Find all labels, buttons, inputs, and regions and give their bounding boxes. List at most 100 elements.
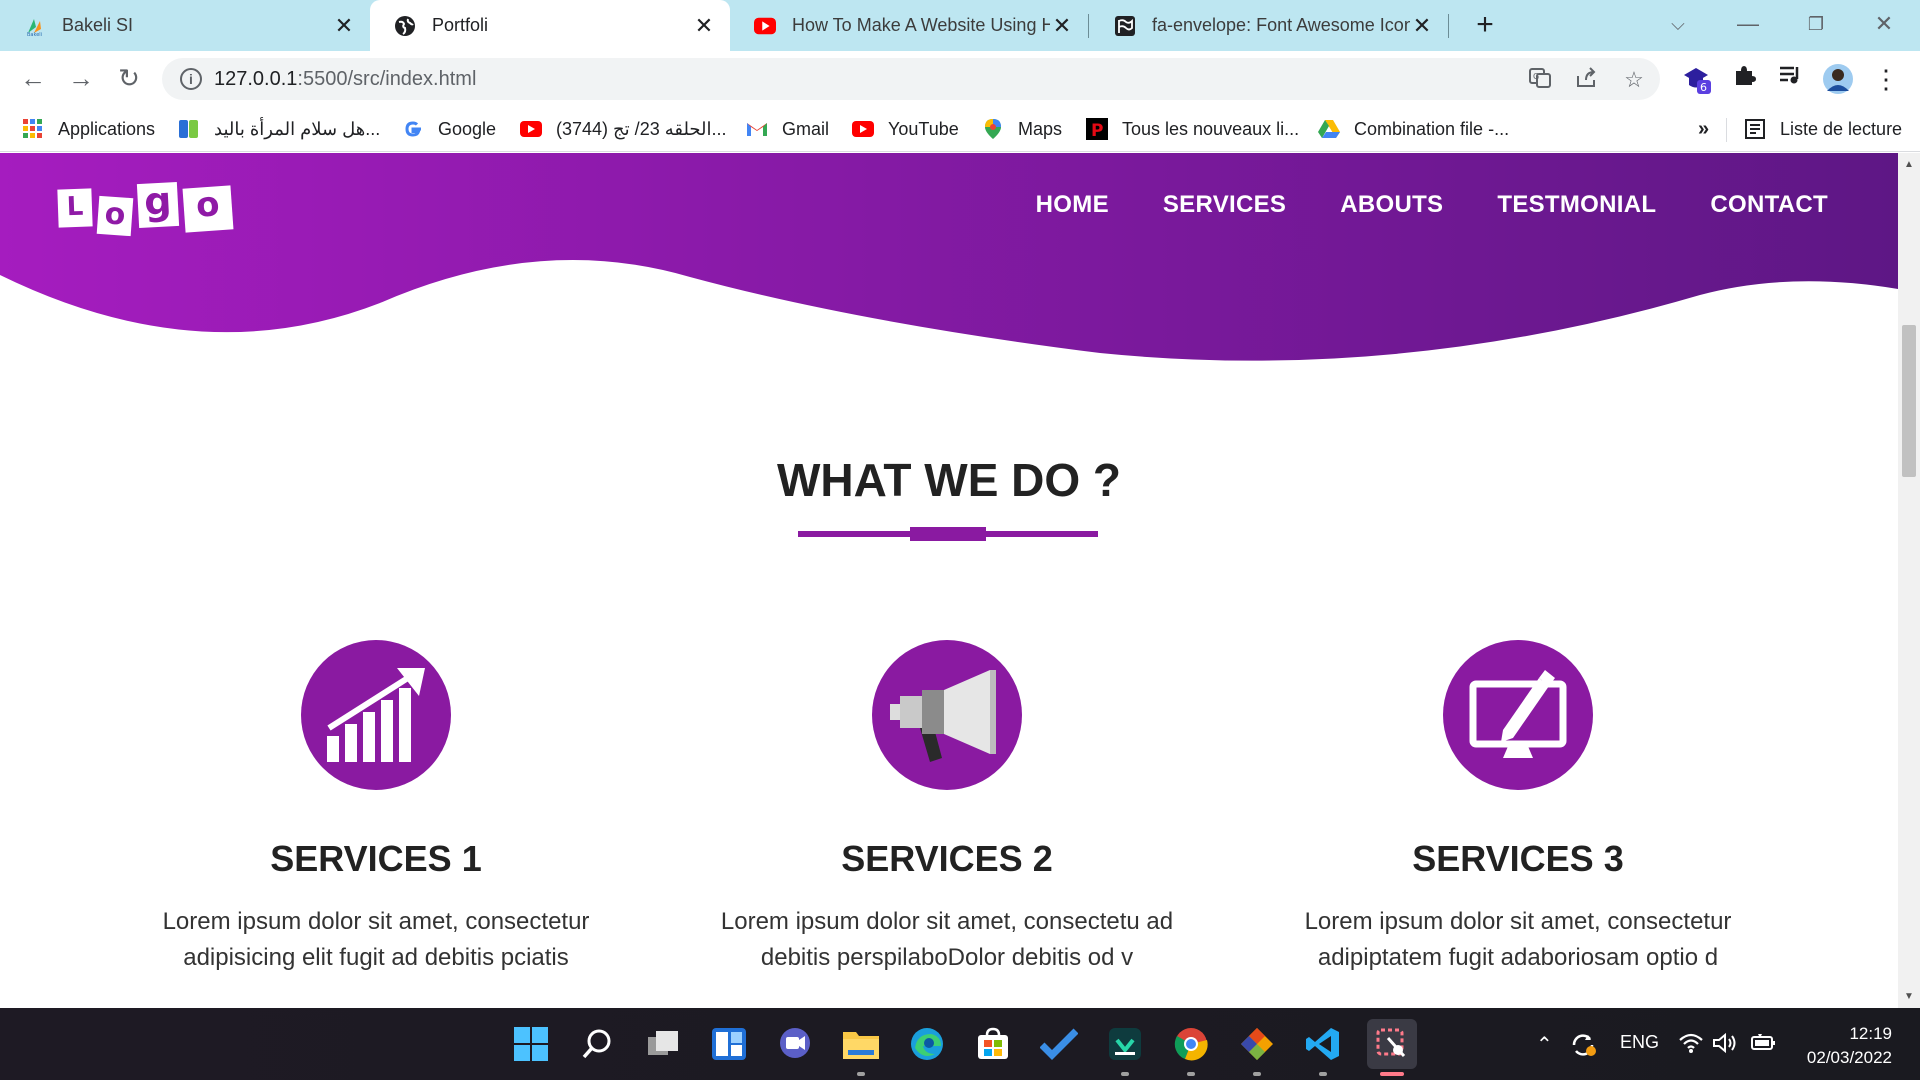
bookmark-google[interactable]: Google (402, 114, 496, 144)
edge-browser-icon[interactable] (905, 1022, 949, 1066)
close-icon[interactable]: ✕ (1410, 13, 1434, 39)
more-bookmarks-button[interactable]: » (1698, 114, 1709, 144)
media-control-icon[interactable] (1774, 63, 1806, 95)
nav-abouts[interactable]: ABOUTS (1340, 191, 1443, 219)
bookmark-youtube-episode[interactable]: (3744) الحلقه 23/ تج... (520, 114, 727, 144)
sync-status-icon[interactable] (1570, 1032, 1598, 1063)
file-explorer-icon[interactable] (839, 1022, 883, 1066)
site-logo[interactable]: L o g o (57, 178, 234, 237)
windows-start-icon[interactable] (509, 1022, 553, 1066)
bakeli-favicon: Bakeli (24, 15, 46, 37)
wifi-icon[interactable] (1678, 1032, 1704, 1059)
running-indicator (857, 1072, 865, 1076)
puzzle-extensions-icon[interactable] (1728, 63, 1760, 95)
svg-text:Bakeli: Bakeli (27, 32, 42, 37)
app-bag-icon[interactable] (1103, 1022, 1147, 1066)
chart-growth-icon (301, 640, 451, 790)
bookmark-arabic-article[interactable]: هل سلام المرأة باليد... (178, 114, 380, 144)
title-underline-accent (910, 527, 986, 541)
bookmarks-bar: Applications هل سلام المرأة باليد... Goo… (0, 106, 1920, 152)
site-info-icon[interactable]: i (180, 68, 202, 90)
service-description: Lorem ipsum dolor sit amet, consectetur a… (1283, 904, 1753, 976)
nav-services[interactable]: SERVICES (1163, 191, 1286, 219)
bookmark-label: Tous les nouveaux li... (1122, 118, 1300, 139)
bookmark-maps[interactable]: Maps (982, 114, 1062, 144)
service-text-line: Lorem ipsum dolor sit amet, consectetu a… (720, 908, 1174, 935)
close-icon[interactable]: ✕ (1050, 13, 1074, 39)
title-underline (798, 527, 1098, 541)
reading-list-icon (1744, 118, 1766, 140)
translate-icon[interactable]: G (1526, 66, 1554, 94)
bookmark-label: Combination file -... (1354, 118, 1510, 139)
reading-list-label: Liste de lecture (1780, 118, 1903, 139)
new-tab-button[interactable]: + (1467, 8, 1503, 44)
scroll-down-arrow-icon[interactable]: ▼ (1898, 991, 1920, 1002)
bookmark-tous-les-nouveaux[interactable]: P Tous les nouveaux li... (1086, 114, 1299, 144)
share-icon[interactable] (1572, 66, 1600, 94)
chrome-icon[interactable] (1169, 1022, 1213, 1066)
tab-title: Bakeli SI (62, 15, 134, 35)
section-title: WHAT WE DO ? (776, 454, 1122, 506)
svg-text:P: P (1091, 121, 1103, 140)
running-indicator (1253, 1072, 1261, 1076)
svg-text:G: G (1533, 72, 1539, 81)
tab-search-chevron-icon[interactable]: ⌵ (1660, 6, 1696, 42)
more-menu-icon[interactable]: ⋮ (1870, 63, 1902, 95)
running-indicator (1121, 1072, 1129, 1076)
nav-home[interactable]: HOME (1036, 191, 1109, 219)
scroll-up-arrow-icon[interactable]: ▲ (1898, 159, 1920, 170)
bookmark-applications[interactable]: Applications (22, 114, 155, 144)
teams-chat-icon[interactable] (773, 1022, 817, 1066)
nav-contact[interactable]: CONTACT (1710, 191, 1828, 219)
microsoft-store-icon[interactable] (971, 1022, 1015, 1066)
git-client-icon[interactable] (1235, 1022, 1279, 1066)
service-title: SERVICES 1 (270, 838, 482, 879)
window-close-button[interactable]: ✕ (1866, 6, 1902, 42)
bookmark-label: Maps (1018, 118, 1063, 139)
restore-button[interactable]: ❐ (1798, 6, 1834, 42)
tab-portfoli[interactable]: Portfoli ✕ (370, 0, 730, 51)
close-icon[interactable]: ✕ (332, 13, 356, 39)
reading-list-button[interactable]: Liste de lecture (1744, 114, 1902, 144)
system-clock[interactable]: 12:19 02/03/2022 (1807, 1022, 1892, 1070)
volume-icon[interactable] (1712, 1032, 1740, 1059)
nav-testmonial[interactable]: TESTMONIAL (1497, 191, 1656, 219)
tab-font-awesome[interactable]: fa-envelope: Font Awesome Icon ✕ (1090, 0, 1448, 51)
battery-icon[interactable] (1750, 1032, 1778, 1059)
url-host: 127.0.0.1 (214, 68, 298, 90)
tray-overflow-chevron-icon[interactable]: ⌃ (1536, 1032, 1553, 1057)
tab-bakeli[interactable]: Bakeli Bakeli SI ✕ (0, 0, 370, 51)
task-view-icon[interactable] (641, 1022, 685, 1066)
language-indicator[interactable]: ENG (1620, 1032, 1659, 1053)
back-button[interactable]: ← (16, 61, 50, 95)
close-icon[interactable]: ✕ (692, 13, 716, 39)
bookmark-icon (178, 118, 200, 140)
extension-badge-icon[interactable]: 6 (1680, 63, 1712, 95)
page-scrollbar[interactable]: ▲ ▼ (1898, 153, 1920, 1008)
todo-checkmark-icon[interactable] (1037, 1022, 1081, 1066)
bookmark-label: هل سلام المرأة باليد... (214, 118, 381, 139)
reload-button[interactable]: ↻ (112, 61, 146, 95)
maps-icon (982, 118, 1004, 140)
minimize-button[interactable]: — (1730, 6, 1766, 42)
snipping-tool-icon[interactable] (1367, 1019, 1417, 1069)
tab-title: Portfoli (432, 15, 489, 35)
youtube-icon (754, 15, 776, 37)
bookmark-youtube[interactable]: YouTube (852, 114, 959, 144)
tab-youtube-video[interactable]: How To Make A Website Using H ✕ (730, 0, 1088, 51)
bookmark-combination-file[interactable]: Combination file -... (1318, 114, 1509, 144)
forward-button[interactable]: → (64, 61, 98, 95)
google-icon (402, 118, 424, 140)
search-icon[interactable] (575, 1022, 619, 1066)
scrollbar-thumb[interactable] (1902, 325, 1916, 477)
bookmark-gmail[interactable]: Gmail (746, 114, 829, 144)
drive-icon (1318, 118, 1340, 140)
bookmark-star-icon[interactable]: ☆ (1620, 66, 1648, 94)
widgets-icon[interactable] (707, 1022, 751, 1066)
url-text[interactable]: 127.0.0.1:5500/src/index.html (214, 68, 476, 91)
tab-separator (1448, 14, 1449, 38)
service-card-3: SERVICES 3 Lorem ipsum dolor sit amet, c… (1283, 640, 1753, 976)
profile-avatar[interactable] (1822, 63, 1854, 95)
address-bar[interactable]: i 127.0.0.1:5500/src/index.html G ☆ (162, 58, 1660, 100)
vscode-icon[interactable] (1301, 1022, 1345, 1066)
